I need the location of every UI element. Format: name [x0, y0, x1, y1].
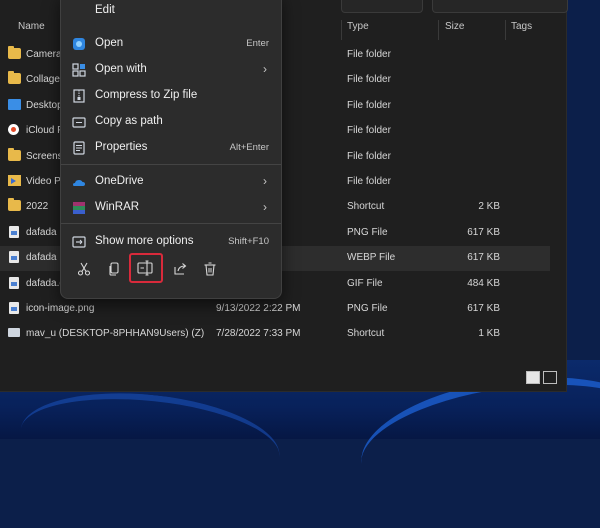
menu-item-label: Open — [95, 37, 124, 49]
file-size: 617 KB — [467, 226, 500, 238]
column-header-name[interactable]: Name — [18, 21, 45, 39]
rename-icon — [137, 260, 153, 276]
file-name: 2022 — [26, 201, 49, 213]
folder-icon — [8, 46, 21, 59]
file-type: File folder — [347, 49, 391, 60]
file-type: Shortcut — [347, 328, 385, 340]
column-divider[interactable] — [341, 20, 342, 40]
column-divider[interactable] — [505, 20, 506, 40]
file-name: dafada — [26, 226, 57, 238]
file-name: iCloud P — [26, 125, 64, 137]
file-size: 617 KB — [467, 252, 500, 264]
file-type: Shortcut — [347, 201, 385, 213]
file-type: PNG File — [347, 303, 388, 314]
folder-icon — [8, 71, 21, 85]
file-type: File folder — [347, 125, 391, 137]
folder-shortcut-icon — [8, 198, 21, 212]
copy-icon — [109, 262, 119, 276]
search-box-edge[interactable] — [432, 0, 568, 13]
image-file-icon — [9, 251, 19, 264]
column-header-type[interactable]: Type — [347, 21, 369, 39]
menu-item-compress-zip[interactable]: Compress to Zip file — [61, 83, 281, 109]
properties-icon — [73, 141, 85, 155]
menu-item-shortcut: Enter — [246, 38, 269, 49]
menu-item-open[interactable]: Open Enter — [61, 31, 281, 57]
file-type: File folder — [347, 74, 391, 86]
winrar-icon — [73, 202, 85, 214]
context-menu: Edit Open Enter Open with › Compress to … — [60, 0, 282, 299]
delete-button[interactable] — [195, 255, 225, 283]
cut-button[interactable] — [69, 255, 99, 283]
column-divider[interactable] — [438, 20, 439, 40]
share-button[interactable] — [165, 255, 195, 283]
column-header-tags[interactable]: Tags — [511, 21, 532, 39]
menu-item-winrar[interactable]: WinRAR › — [61, 195, 281, 221]
more-options-icon — [72, 236, 86, 248]
network-drive-icon — [8, 328, 20, 338]
file-row[interactable]: mav_u (DESKTOP-8PHHAN9Users) (Z) 7/28/202… — [0, 322, 550, 347]
details-view-button[interactable] — [526, 371, 540, 384]
menu-item-open-with[interactable]: Open with › — [61, 57, 281, 83]
file-row[interactable]: icon-image.png 9/13/2022 2:22 PM PNG File 6… — [0, 297, 550, 322]
file-type: File folder — [347, 150, 391, 162]
file-type: File folder — [347, 99, 391, 111]
file-name: Collage — [26, 74, 60, 86]
share-icon — [174, 263, 187, 275]
file-size: 617 KB — [467, 303, 500, 314]
file-type: GIF File — [347, 277, 383, 289]
menu-item-label: Properties — [95, 141, 148, 153]
image-file-icon — [9, 302, 19, 314]
icloud-icon — [8, 124, 19, 136]
photos-app-icon — [73, 38, 85, 50]
menu-divider — [61, 223, 281, 224]
file-name: Camera — [26, 49, 62, 60]
file-type: WEBP File — [347, 252, 396, 264]
menu-item-label: Open with — [95, 63, 147, 75]
open-with-icon — [72, 63, 86, 77]
file-name: mav_u (DESKTOP-8PHHAN9Users) (Z) — [26, 328, 205, 340]
desktop-folder-icon — [8, 98, 21, 110]
file-type: PNG File — [347, 226, 388, 238]
chevron-right-icon: › — [263, 174, 267, 188]
menu-item-properties[interactable]: Properties Alt+Enter — [61, 135, 281, 161]
delete-icon — [204, 262, 216, 276]
file-size: 1 KB — [478, 328, 500, 340]
menu-item-label: Show more options — [95, 235, 194, 247]
file-name: Desktop — [26, 99, 63, 111]
menu-item-shortcut: Alt+Enter — [229, 142, 269, 153]
zip-icon — [73, 89, 85, 103]
menu-divider — [61, 164, 281, 165]
folder-icon — [8, 147, 21, 161]
onedrive-icon — [73, 180, 85, 186]
image-file-icon — [9, 276, 19, 289]
menu-item-label: OneDrive — [95, 175, 144, 187]
video-folder-icon — [8, 175, 21, 186]
menu-item-label: WinRAR — [95, 201, 140, 213]
menu-item-label: Copy as path — [95, 115, 163, 127]
address-bar-edge[interactable] — [341, 0, 423, 13]
copy-button[interactable] — [99, 255, 129, 283]
column-header-size[interactable]: Size — [445, 21, 464, 39]
tiles-view-button[interactable] — [543, 371, 557, 384]
rename-button[interactable] — [129, 253, 163, 283]
menu-item-copy-as-path[interactable]: Copy as path — [61, 109, 281, 135]
file-size: 2 KB — [478, 201, 500, 213]
file-name: dafada — [26, 252, 57, 264]
chevron-right-icon: › — [263, 62, 267, 76]
copy-path-icon — [72, 117, 86, 128]
file-date-modified: 9/13/2022 2:22 PM — [216, 303, 301, 314]
file-name: icon-image.png — [26, 303, 95, 314]
menu-item-onedrive[interactable]: OneDrive › — [61, 169, 281, 195]
file-date-modified: 7/28/2022 7:33 PM — [216, 328, 301, 340]
image-file-icon — [9, 225, 19, 238]
edit-menu-item[interactable]: Edit — [95, 4, 115, 16]
menu-item-show-more-options[interactable]: Show more options Shift+F10 — [61, 229, 281, 255]
menu-item-shortcut: Shift+F10 — [228, 236, 269, 247]
file-size: 484 KB — [467, 277, 500, 289]
file-name: Video P — [26, 176, 61, 187]
cut-icon — [77, 262, 91, 276]
file-type: File folder — [347, 176, 391, 187]
chevron-right-icon: › — [263, 200, 267, 214]
menu-item-label: Compress to Zip file — [95, 89, 198, 101]
